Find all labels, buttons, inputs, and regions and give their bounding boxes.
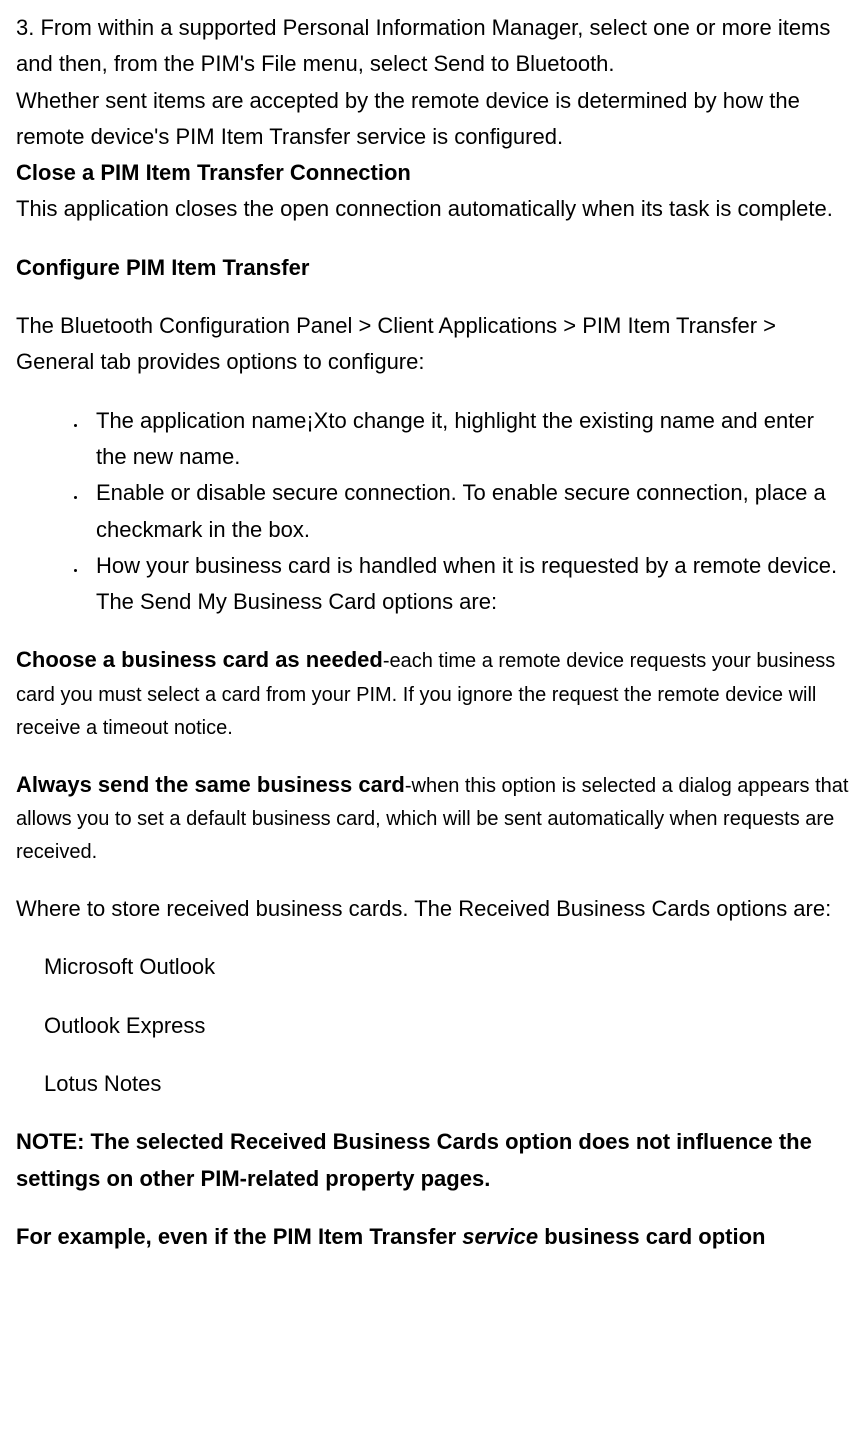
bullet-app-name: The application name¡Xto change it, high… — [86, 403, 849, 476]
paragraph-step3: 3. From within a supported Personal Info… — [16, 10, 849, 83]
always-card-title: Always send the same business card — [16, 772, 405, 797]
heading-close-connection: Close a PIM Item Transfer Connection — [16, 155, 849, 191]
paragraph-accepted-note: Whether sent items are accepted by the r… — [16, 83, 849, 156]
option-outlook-express: Outlook Express — [16, 1008, 849, 1044]
option-lotus-notes: Lotus Notes — [16, 1066, 849, 1102]
heading-configure-pim: Configure PIM Item Transfer — [16, 250, 849, 286]
config-bullet-list: The application name¡Xto change it, high… — [16, 403, 849, 621]
note-received-cards: NOTE: The selected Received Business Car… — [16, 1124, 849, 1197]
paragraph-always-card: Always send the same business card-when … — [16, 767, 849, 869]
option-microsoft-outlook: Microsoft Outlook — [16, 949, 849, 985]
bullet-secure-connection: Enable or disable secure connection. To … — [86, 475, 849, 548]
example-text-a: For example, even if the PIM Item Transf… — [16, 1224, 462, 1249]
paragraph-config-intro: The Bluetooth Configuration Panel > Clie… — [16, 308, 849, 381]
paragraph-close-connection: This application closes the open connect… — [16, 191, 849, 227]
paragraph-example: For example, even if the PIM Item Transf… — [16, 1219, 849, 1255]
bullet-business-card: How your business card is handled when i… — [86, 548, 849, 621]
paragraph-store-cards: Where to store received business cards. … — [16, 891, 849, 927]
example-text-c: business card option — [538, 1224, 765, 1249]
choose-card-title: Choose a business card as needed — [16, 647, 383, 672]
paragraph-choose-card: Choose a business card as needed-each ti… — [16, 642, 849, 744]
example-text-service: service — [462, 1224, 538, 1249]
